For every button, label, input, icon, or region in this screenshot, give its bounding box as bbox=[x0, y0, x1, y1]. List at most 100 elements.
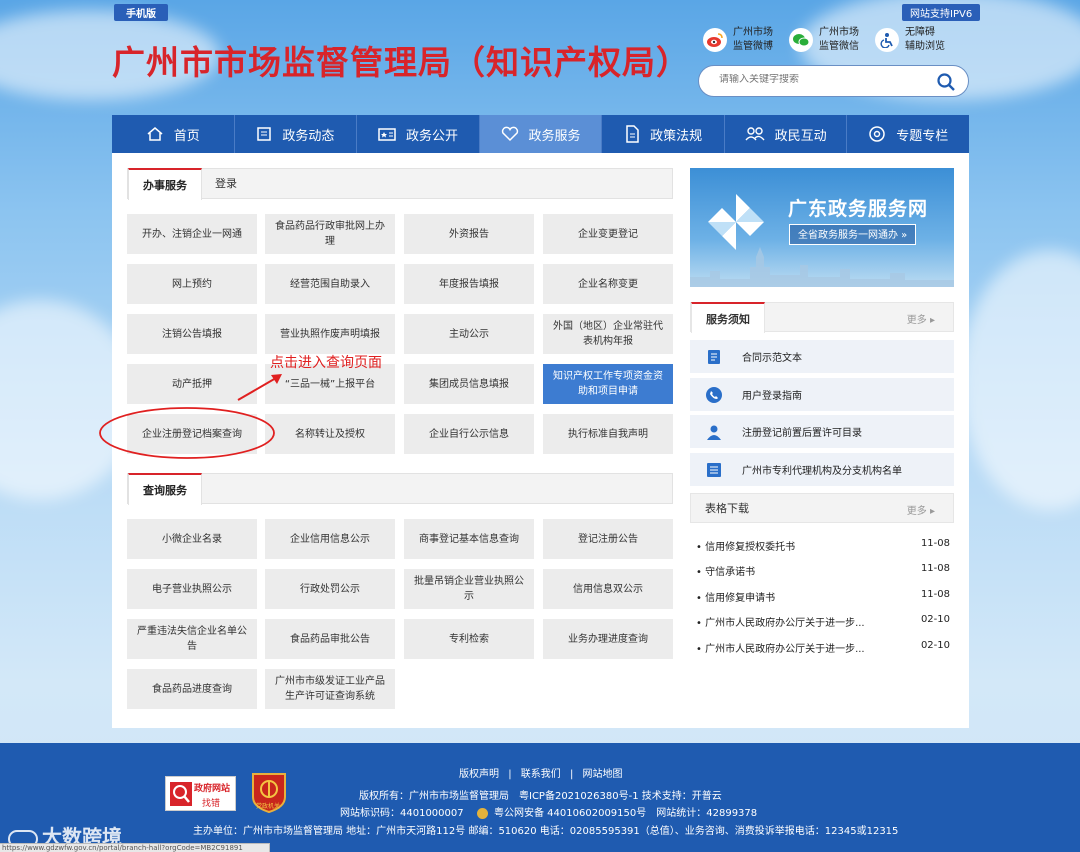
caret-right-icon: ▸ bbox=[929, 506, 935, 517]
service-btn-self-publicity[interactable]: 企业自行公示信息 bbox=[404, 414, 534, 454]
service-btn-license-void[interactable]: 营业执照作废声明填报 bbox=[265, 314, 395, 354]
query-btn-batch-revoke[interactable]: 批量吊销企业营业执照公示 bbox=[404, 569, 534, 609]
main-nav: 首页 政务动态 政务公开 政务服务 政策法规 政民互动 专题专栏 bbox=[112, 115, 969, 153]
publicity-icon bbox=[378, 128, 396, 141]
weibo-link[interactable]: 广州市场 监管微博 bbox=[703, 26, 773, 54]
banner-subtitle[interactable]: 全省政务服务一网通办 » bbox=[789, 224, 917, 245]
footer-site-code: 网站标识码：4401000007 bbox=[340, 808, 464, 819]
downloads-more-link[interactable]: 更多 ▸ bbox=[907, 502, 935, 517]
query-btn-commercial-registration[interactable]: 商事登记基本信息查询 bbox=[404, 519, 534, 559]
query-btn-patent-search[interactable]: 专利检索 bbox=[404, 619, 534, 659]
wechat-link[interactable]: 广州市场 监管微信 bbox=[789, 26, 859, 54]
accessibility-link[interactable]: 无障碍 辅助浏览 bbox=[875, 26, 945, 54]
skyline-illustration bbox=[690, 247, 954, 287]
pinwheel-logo-icon bbox=[708, 194, 764, 250]
nav-service[interactable]: 政务服务 bbox=[479, 115, 603, 153]
download-title-text: 广州市人民政府办公厅关于进一步... bbox=[705, 644, 865, 655]
notice-label: 广州市专利代理机构及分支机构名单 bbox=[742, 466, 902, 477]
download-title-text: 守信承诺书 bbox=[705, 567, 756, 578]
notice-item-patent-agencies[interactable]: 广州市专利代理机构及分支机构名单 bbox=[690, 453, 954, 486]
query-btn-double-publicity[interactable]: 信用信息双公示 bbox=[543, 569, 673, 609]
wechat-label-2: 监管微信 bbox=[819, 41, 859, 52]
service-btn-food-drug-approval[interactable]: 食品药品行政审批网上办理 bbox=[265, 214, 395, 254]
query-btn-food-drug-progress[interactable]: 食品药品进度查询 bbox=[127, 669, 257, 709]
service-btn-business-scope[interactable]: 经营范围自助录入 bbox=[265, 264, 395, 304]
download-date: 11-08 bbox=[920, 538, 950, 549]
query-btn-small-enterprise[interactable]: 小微企业名录 bbox=[127, 519, 257, 559]
ipv6-badge: 网站支持IPV6 bbox=[902, 4, 981, 21]
download-title-text: 广州市人民政府办公厅关于进一步... bbox=[705, 618, 865, 629]
search-input[interactable] bbox=[719, 74, 919, 85]
footer-link-contact[interactable]: 联系我们 bbox=[521, 769, 561, 780]
service-btn-registration-archive-query[interactable]: 企业注册登记档案查询 bbox=[127, 414, 257, 454]
nav-policy[interactable]: 政策法规 bbox=[602, 115, 725, 153]
badge1-bottom: 找错 bbox=[202, 799, 221, 809]
home-icon bbox=[147, 127, 163, 141]
contract-icon bbox=[708, 349, 720, 364]
nav-topic[interactable]: 专题专栏 bbox=[847, 115, 969, 153]
accessibility-label-2: 辅助浏览 bbox=[905, 41, 945, 52]
notice-item-permit-catalog[interactable]: 注册登记前置后置许可目录 bbox=[690, 415, 954, 448]
download-item[interactable]: • 信用修复申请书 11-08 bbox=[696, 589, 950, 609]
service-btn-annual-report[interactable]: 年度报告填报 bbox=[404, 264, 534, 304]
query-btn-food-drug-notice[interactable]: 食品药品审批公告 bbox=[265, 619, 395, 659]
download-date: 02-10 bbox=[920, 614, 950, 625]
download-item[interactable]: • 广州市人民政府办公厅关于进一步... 02-10 bbox=[696, 614, 950, 634]
notices-more-link[interactable]: 更多 ▸ bbox=[907, 311, 935, 326]
heart-icon bbox=[501, 126, 518, 142]
service-btn-group-members[interactable]: 集团成员信息填报 bbox=[404, 364, 534, 404]
notice-item-login-guide[interactable]: 用户登录指南 bbox=[690, 378, 954, 411]
document-icon bbox=[626, 125, 639, 143]
tab-query[interactable]: 查询服务 bbox=[128, 473, 202, 505]
query-btn-e-license[interactable]: 电子营业执照公示 bbox=[127, 569, 257, 609]
service-btn-enterprise-change[interactable]: 企业变更登记 bbox=[543, 214, 673, 254]
service-btn-name-change[interactable]: 企业名称变更 bbox=[543, 264, 673, 304]
query-btn-production-license[interactable]: 广州市市级发证工业产品生产许可证查询系统 bbox=[265, 669, 395, 709]
download-date: 11-08 bbox=[920, 589, 950, 600]
badge1-top: 政府网站 bbox=[194, 784, 231, 794]
footer: 版权声明 | 联系我们 | 网站地图 版权所有：广州市市场监督管理局 粤ICP备… bbox=[0, 743, 1080, 852]
nav-interaction-label: 政民互动 bbox=[774, 128, 827, 144]
query-btn-registration-notice[interactable]: 登记注册公告 bbox=[543, 519, 673, 559]
service-btn-standard-declaration[interactable]: 执行标准自我声明 bbox=[543, 414, 673, 454]
download-title: • 广州市人民政府办公厅关于进一步... bbox=[696, 618, 865, 629]
service-btn-online-booking[interactable]: 网上预约 bbox=[127, 264, 257, 304]
notice-item-contract[interactable]: 合同示范文本 bbox=[690, 340, 954, 373]
topic-icon bbox=[869, 126, 885, 142]
service-btn-foreign-report[interactable]: 外资报告 bbox=[404, 214, 534, 254]
badge2-label: 党政机关 bbox=[256, 803, 281, 810]
search-icon[interactable] bbox=[936, 72, 956, 92]
nav-home[interactable]: 首页 bbox=[112, 115, 235, 153]
query-tabbar: 查询服务 bbox=[127, 473, 673, 505]
tab-login[interactable]: 登录 bbox=[201, 168, 251, 199]
service-btn-foreign-rep-report[interactable]: 外国（地区）企业常驻代表机构年报 bbox=[543, 314, 673, 354]
nav-service-label: 政务服务 bbox=[528, 128, 581, 144]
nav-publicity-label: 政务公开 bbox=[405, 128, 458, 144]
tab-service[interactable]: 办事服务 bbox=[128, 168, 202, 200]
party-gov-badge[interactable]: 党政机关 bbox=[250, 771, 288, 814]
nav-interaction[interactable]: 政民互动 bbox=[725, 115, 848, 153]
download-item[interactable]: • 守信承诺书 11-08 bbox=[696, 563, 950, 583]
mobile-version-link[interactable]: 手机版 bbox=[114, 4, 168, 21]
service-btn-deregistration-notice[interactable]: 注销公告填报 bbox=[127, 314, 257, 354]
gd-service-banner[interactable]: 广东政务服务网 全省政务服务一网通办 » bbox=[690, 168, 954, 287]
weibo-icon bbox=[703, 28, 727, 52]
download-item[interactable]: • 信用修复授权委托书 11-08 bbox=[696, 538, 950, 558]
query-btn-progress[interactable]: 业务办理进度查询 bbox=[543, 619, 673, 659]
query-btn-credit-info[interactable]: 企业信用信息公示 bbox=[265, 519, 395, 559]
download-title: • 守信承诺书 bbox=[696, 567, 756, 578]
nav-news[interactable]: 政务动态 bbox=[235, 115, 358, 153]
service-btn-active-publicity[interactable]: 主动公示 bbox=[404, 314, 534, 354]
download-item[interactable]: • 广州市人民政府办公厅关于进一步... 02-10 bbox=[696, 640, 950, 660]
service-btn-open-close-enterprise[interactable]: 开办、注销企业一网通 bbox=[127, 214, 257, 254]
service-btn-ip-funding[interactable]: 知识产权工作专项资金资助和项目申请 bbox=[543, 364, 673, 404]
service-btn-name-transfer[interactable]: 名称转让及授权 bbox=[265, 414, 395, 454]
nav-publicity[interactable]: 政务公开 bbox=[357, 115, 480, 153]
footer-host: 主办单位：广州市市场监督管理局 地址：广州市天河路112号 邮编：510620 … bbox=[193, 826, 899, 837]
query-btn-penalty[interactable]: 行政处罚公示 bbox=[265, 569, 395, 609]
query-btn-blacklist[interactable]: 严重违法失信企业名单公告 bbox=[127, 619, 257, 659]
footer-link-sitemap[interactable]: 网站地图 bbox=[583, 769, 623, 780]
footer-link-copyright[interactable]: 版权声明 bbox=[459, 769, 499, 780]
gov-error-report-badge[interactable]: 政府网站 找错 bbox=[165, 776, 236, 811]
service-btn-chattel-mortgage[interactable]: 动产抵押 bbox=[127, 364, 257, 404]
